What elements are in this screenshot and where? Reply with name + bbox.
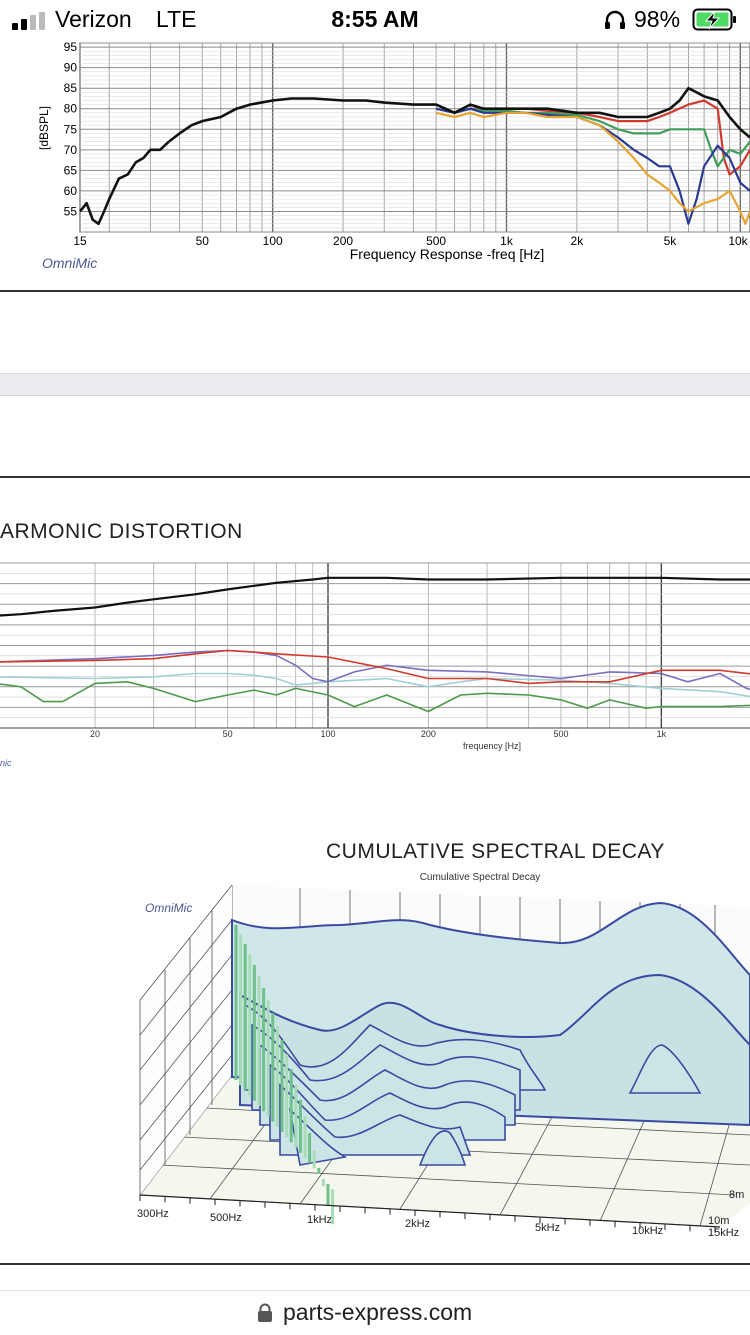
csd-x-tick: 2kHz	[405, 1218, 430, 1230]
hd-x-axis-label: frequency [Hz]	[463, 741, 521, 751]
fr-x-tick: 5k	[664, 234, 678, 248]
hd-brand-logo: nic	[0, 758, 12, 768]
lock-icon	[258, 1303, 272, 1322]
csd-x-tick: 1kHz	[307, 1214, 332, 1226]
fr-x-tick: 10k	[728, 234, 748, 248]
hd-grid	[0, 562, 750, 729]
harmonic-distortion-chart: 020501002005001k frequency [Hz] nic	[0, 562, 750, 768]
csd-time-tick: 10m	[708, 1215, 729, 1227]
frequency-response-chart: 959085807570656055 15 50 100 200 500 1k 2k 5k 10…	[37, 40, 750, 271]
csd-heading: CUMULATIVE SPECTRAL DECAY	[326, 840, 665, 863]
hd-x-tick: 500	[553, 729, 568, 739]
hd-x-tick: 1k	[657, 729, 667, 739]
hd-x-tick: 100	[320, 729, 335, 739]
fr-y-tick: 65	[64, 163, 78, 177]
fr-brand-logo: OmniMic	[42, 255, 97, 271]
status-bar: Verizon LTE 8:55 AM 98%	[0, 0, 750, 40]
csd-x-tick: 5kHz	[535, 1222, 560, 1234]
hd-x-tick: 200	[421, 729, 436, 739]
hd-x-ticks: 020501002005001k	[90, 729, 667, 739]
fr-y-tick: 85	[64, 81, 78, 95]
fr-y-tick: 75	[64, 122, 78, 136]
hd-x-tick: 50	[223, 729, 233, 739]
csd-subtitle: Cumulative Spectral Decay	[420, 872, 541, 883]
divider	[0, 476, 750, 478]
fr-y-ticks: 95 90 85 80 75 70 65 60 55	[64, 40, 78, 218]
csd-x-tick: 15kHz	[708, 1227, 739, 1239]
battery-percentage: 98%	[634, 6, 681, 32]
fr-x-axis-label: Frequency Response -freq [Hz]	[350, 246, 545, 262]
fr-x-tick: 2k	[571, 234, 585, 248]
url-text: parts-express.com	[283, 1299, 473, 1325]
fr-x-tick: 100	[263, 234, 283, 248]
fr-y-tick: 90	[64, 61, 78, 75]
battery-charging-icon	[692, 8, 736, 31]
csd-x-tick: 300Hz	[137, 1208, 169, 1220]
csd-brand-logo: OmniMic	[145, 901, 192, 915]
fr-y-tick: 70	[64, 143, 78, 157]
headphones-icon	[605, 10, 625, 29]
fr-x-tick: 15	[73, 234, 87, 248]
fr-y-tick: 80	[64, 102, 78, 116]
fr-y-tick: 95	[64, 40, 78, 54]
content-separator	[0, 373, 750, 396]
fr-y-tick: 55	[64, 204, 78, 218]
fr-y-axis-label: [dBSPL]	[37, 106, 51, 150]
csd-time-tick: 8m	[729, 1189, 744, 1201]
hd-x-tick: 20	[90, 729, 100, 739]
fr-x-tick: 50	[196, 234, 210, 248]
csd-chart: Cumulative Spectral Decay OmniMic 300Hz …	[137, 872, 750, 1239]
fr-grid	[79, 42, 750, 233]
divider	[0, 290, 750, 292]
fr-y-tick: 60	[64, 184, 78, 198]
csd-x-tick: 500Hz	[210, 1212, 242, 1224]
csd-x-tick: 10kHz	[632, 1225, 663, 1237]
url-bar[interactable]: parts-express.com	[0, 1290, 750, 1335]
harmonic-distortion-heading: ARMONIC DISTORTION	[0, 520, 243, 543]
divider	[0, 1263, 750, 1265]
